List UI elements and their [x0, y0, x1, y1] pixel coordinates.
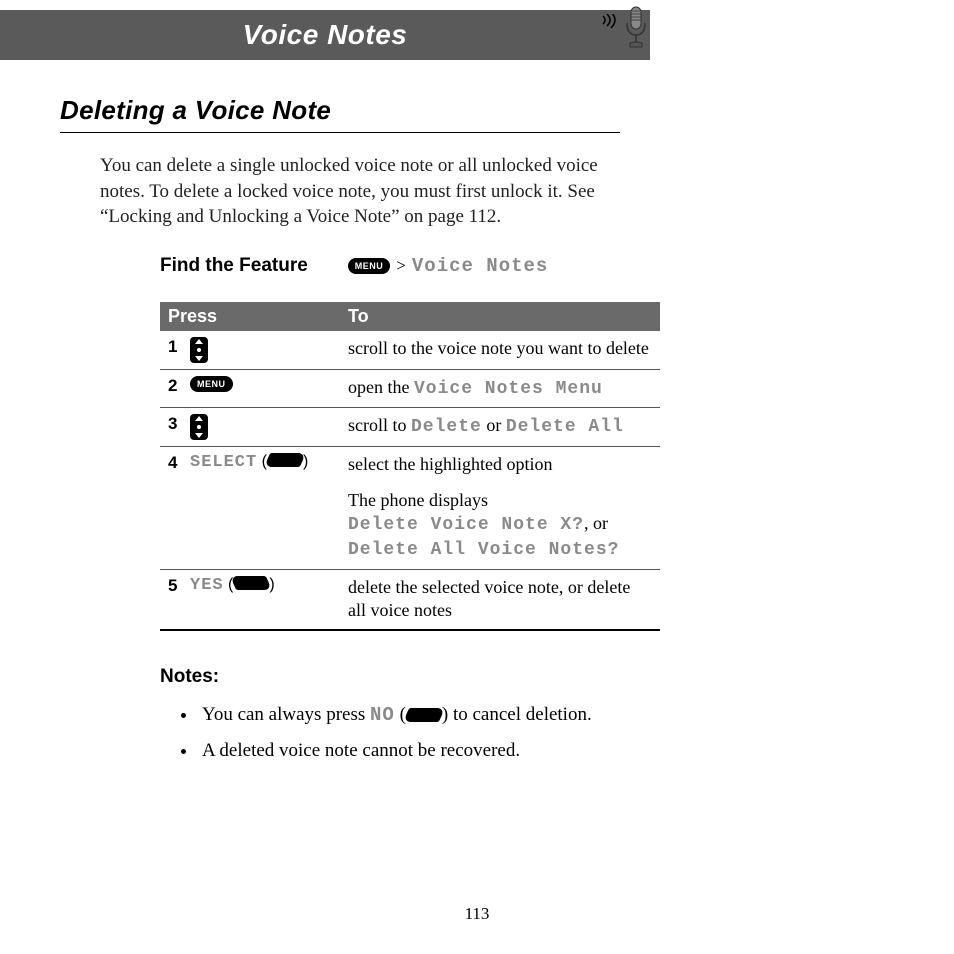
paren: ( [395, 704, 406, 725]
header-title: Voice Notes [243, 19, 408, 51]
breadcrumb-path: Voice Notes [412, 255, 548, 277]
to-cell: The phone displays Delete Voice Note X?,… [348, 489, 652, 563]
microphone-icon [623, 5, 649, 49]
step-number: 3 [168, 414, 190, 434]
step-number: 5 [168, 576, 190, 596]
paren: ) [269, 576, 274, 594]
col-header-press: Press [168, 306, 348, 327]
note-text: to cancel deletion. [448, 704, 592, 725]
prompt-text: Delete Voice Note X? [348, 515, 584, 535]
to-cell: scroll to the voice note you want to del… [348, 337, 652, 360]
notes-label: Notes: [160, 666, 864, 688]
to-text: scroll to [348, 415, 411, 435]
menu-key-icon: MENU [348, 258, 391, 274]
page-header: Voice Notes [0, 0, 954, 60]
press-cell [190, 337, 348, 363]
table-row: 1 scroll to the voice note you want to d… [160, 331, 660, 370]
list-item: You can always press NO () to cancel del… [198, 702, 864, 729]
table-header: Press To [160, 302, 660, 331]
to-cell: select the highlighted option [348, 453, 652, 476]
table-row: 5 YES ( ) delete the selected voice note… [160, 570, 660, 629]
to-cell: open the Voice Notes Menu [348, 376, 652, 401]
right-softkey-icon [403, 708, 446, 722]
softkey-label: YES [190, 576, 224, 595]
notes-block: Notes: You can always press NO () to can… [160, 666, 864, 764]
col-header-to: To [348, 306, 652, 327]
steps-table: Press To 1 scroll to the voice note you … [160, 302, 660, 629]
step-number: 1 [168, 337, 190, 357]
section-title: Deleting a Voice Note [60, 95, 864, 126]
title-underline [60, 132, 620, 133]
table-row: 3 scroll to Delete or Delete All [160, 408, 660, 447]
notes-list: You can always press NO () to cancel del… [198, 702, 864, 764]
softkey-label: NO [370, 704, 395, 726]
to-cell: scroll to Delete or Delete All [348, 414, 652, 439]
press-cell: YES ( ) [190, 576, 348, 595]
prompt-text: Delete All Voice Notes? [348, 540, 619, 560]
press-cell [190, 414, 348, 440]
option-name: Delete All [506, 417, 624, 437]
right-softkey-icon [264, 453, 307, 467]
table-end-rule [160, 629, 660, 631]
scroll-key-icon [190, 414, 208, 440]
softkey-label: SELECT [190, 453, 257, 472]
press-cell: SELECT ( ) [190, 453, 348, 472]
to-text: open the [348, 377, 414, 397]
to-text: or [482, 415, 506, 435]
find-the-feature: Find the Feature MENU > Voice Notes [160, 255, 864, 277]
find-feature-label: Find the Feature [160, 255, 308, 277]
sound-waves-icon [601, 14, 619, 40]
list-item: A deleted voice note cannot be recovered… [198, 738, 864, 764]
intro-paragraph: You can delete a single unlocked voice n… [100, 153, 639, 230]
to-cell: delete the selected voice note, or delet… [348, 576, 652, 623]
table-row: 4 SELECT ( ) select the highlighted opti… [160, 447, 660, 482]
menu-name: Voice Notes Menu [414, 379, 603, 399]
page-number: 113 [0, 904, 954, 924]
menu-key-icon: MENU [190, 376, 233, 392]
note-text: You can always press [202, 704, 370, 725]
scroll-key-icon [190, 337, 208, 363]
breadcrumb-separator: > [396, 256, 406, 276]
note-text: A deleted voice note cannot be recovered… [202, 740, 520, 761]
step-number: 2 [168, 376, 190, 396]
page-content: Deleting a Voice Note You can delete a s… [0, 60, 954, 764]
left-softkey-icon [230, 576, 273, 590]
table-row-extra: The phone displays Delete Voice Note X?,… [160, 483, 660, 570]
option-name: Delete [411, 417, 482, 437]
voice-notes-icon [601, 5, 649, 49]
table-row: 2 MENU open the Voice Notes Menu [160, 370, 660, 408]
display-text: , or [584, 513, 608, 533]
header-banner: Voice Notes [0, 10, 650, 60]
step-number: 4 [168, 453, 190, 473]
press-cell: MENU [190, 376, 348, 392]
display-text: The phone displays [348, 490, 488, 510]
